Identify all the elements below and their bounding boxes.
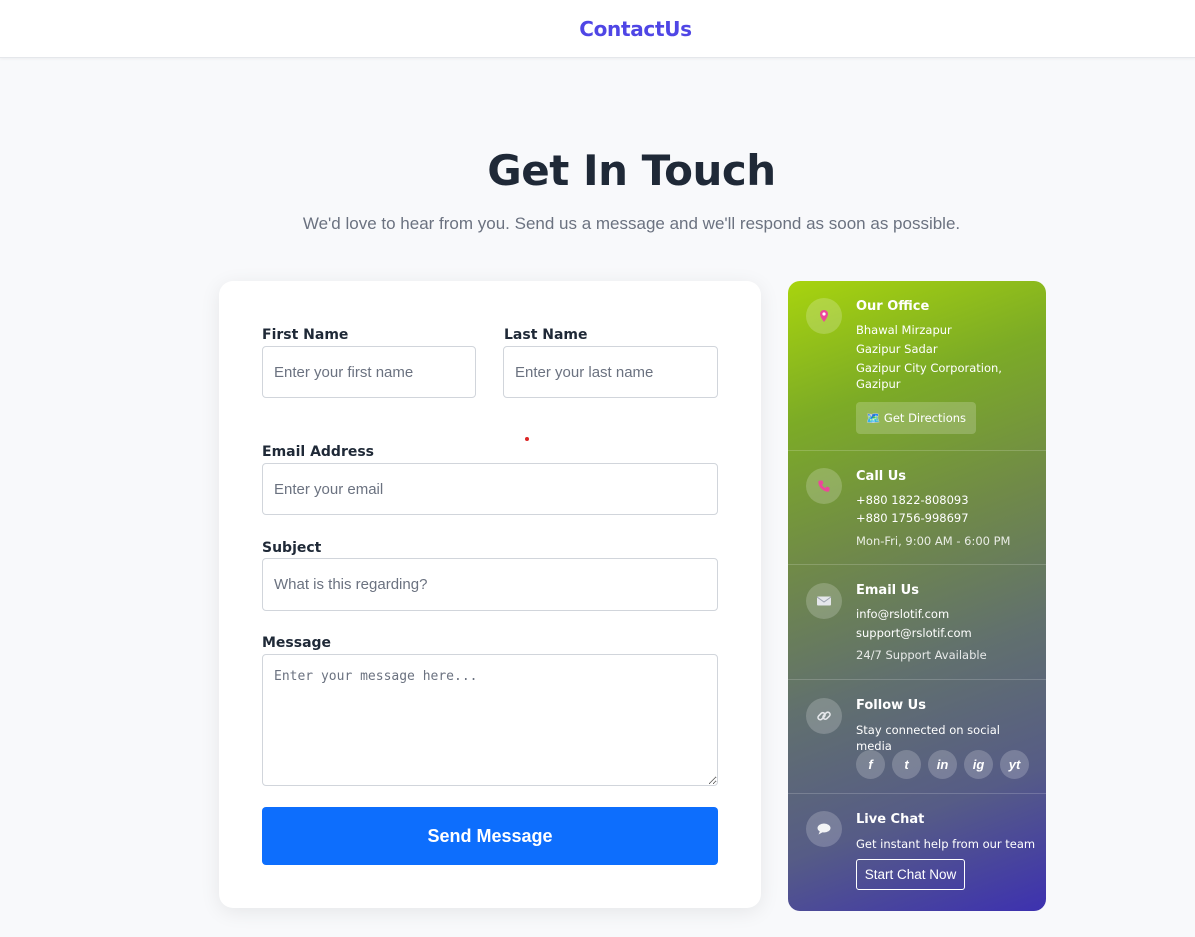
- envelope-icon: [806, 583, 842, 619]
- link-icon: [806, 698, 842, 734]
- first-name-label: First Name: [262, 327, 349, 343]
- office-title: Our Office: [856, 299, 930, 314]
- send-message-button[interactable]: Send Message: [262, 807, 718, 865]
- office-address-line-2: Gazipur Sadar: [856, 342, 938, 356]
- phone-number-1[interactable]: +880 1822-808093: [856, 492, 1036, 508]
- call-title: Call Us: [856, 469, 907, 484]
- follow-title: Follow Us: [856, 698, 926, 713]
- instagram-icon[interactable]: ig: [964, 750, 993, 779]
- live-chat-section: Live Chat Get instant help from our team…: [788, 794, 1046, 911]
- email-address-1[interactable]: info@rslotif.com: [856, 606, 1036, 622]
- live-chat-text: Get instant help from our team: [856, 837, 1036, 851]
- subject-label: Subject: [262, 540, 322, 556]
- support-availability: 24/7 Support Available: [856, 648, 987, 662]
- email-title: Email Us: [856, 583, 919, 598]
- first-name-input[interactable]: [262, 346, 476, 398]
- facebook-icon[interactable]: f: [856, 750, 885, 779]
- phone-number-2[interactable]: +880 1756-998697: [856, 510, 1036, 526]
- message-textarea[interactable]: [262, 654, 718, 786]
- top-navbar: ContactUs: [0, 0, 1195, 58]
- message-label: Message: [262, 635, 332, 651]
- phone-icon: [806, 468, 842, 504]
- contact-form-card: First Name Last Name Email Address Subje…: [219, 281, 761, 908]
- live-chat-title: Live Chat: [856, 812, 925, 827]
- email-address-2[interactable]: support@rslotif.com: [856, 625, 1036, 641]
- follow-section: Follow Us Stay connected on social media…: [788, 680, 1046, 794]
- contact-info-card: Our Office Bhawal Mirzapur Gazipur Sadar…: [788, 281, 1046, 911]
- office-address-line-3: Gazipur City Corporation, Gazipur: [856, 361, 1002, 391]
- start-chat-button[interactable]: Start Chat Now: [856, 859, 965, 890]
- page-subtitle: We'd love to hear from you. Send us a me…: [302, 214, 961, 233]
- follow-text: Stay connected on social media: [856, 723, 1000, 753]
- get-directions-button[interactable]: 🗺️ Get Directions: [856, 402, 976, 434]
- page-title: Get In Touch: [487, 146, 776, 195]
- cursor-dot: [525, 437, 529, 441]
- office-address-line-1: Bhawal Mirzapur: [856, 323, 952, 337]
- youtube-icon[interactable]: yt: [1000, 750, 1029, 779]
- office-section: Our Office Bhawal Mirzapur Gazipur Sadar…: [788, 281, 1046, 451]
- last-name-input[interactable]: [503, 346, 718, 398]
- call-section: Call Us +880 1822-808093 +880 1756-99869…: [788, 451, 1046, 565]
- email-input[interactable]: [262, 463, 718, 515]
- email-label: Email Address: [262, 444, 375, 460]
- office-hours: Mon-Fri, 9:00 AM - 6:00 PM: [856, 534, 1011, 548]
- linkedin-icon[interactable]: in: [928, 750, 957, 779]
- brand-logo[interactable]: ContactUs: [579, 17, 692, 41]
- map-pin-icon: [806, 298, 842, 334]
- subject-input[interactable]: [262, 558, 718, 611]
- last-name-label: Last Name: [504, 327, 588, 343]
- speech-bubble-icon: [806, 811, 842, 847]
- email-section: Email Us info@rslotif.com support@rsloti…: [788, 565, 1046, 680]
- twitter-icon[interactable]: t: [892, 750, 921, 779]
